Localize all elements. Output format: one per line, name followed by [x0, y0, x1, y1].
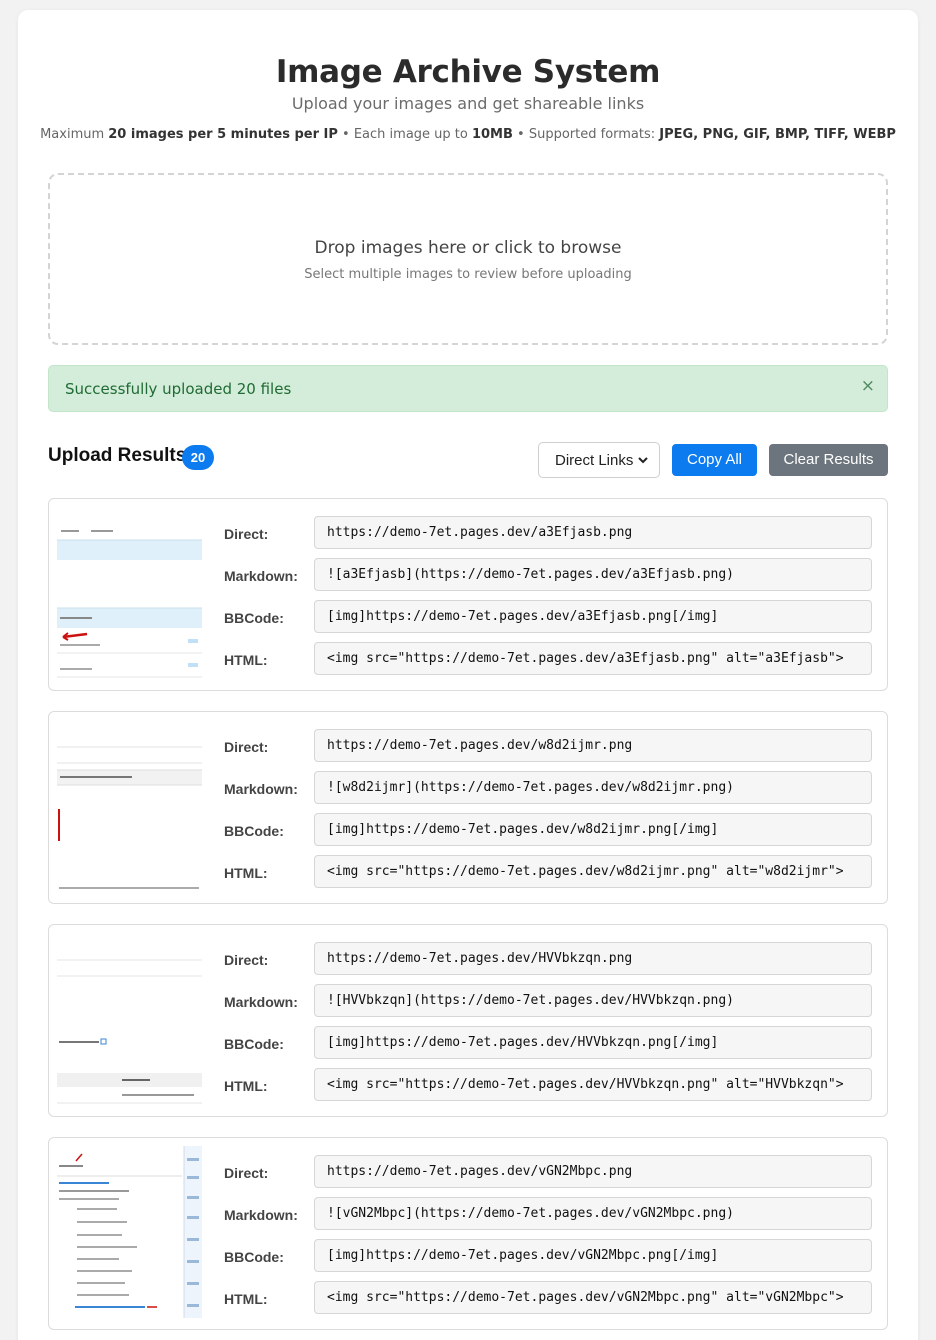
- thumbnail-image[interactable]: [57, 507, 202, 679]
- markdown-field[interactable]: ![HVVbkzqn](https://demo-7et.pages.dev/H…: [314, 984, 872, 1017]
- limits-prefix: Maximum: [40, 127, 109, 142]
- direct-label: Direct:: [224, 739, 269, 755]
- result-item: Direct: https://demo-7et.pages.dev/HVVbk…: [48, 924, 888, 1117]
- limits-formats: JPEG, PNG, GIF, BMP, TIFF, WEBP: [659, 127, 896, 142]
- upload-limits: Maximum 20 images per 5 minutes per IP •…: [18, 127, 918, 142]
- direct-link-field[interactable]: https://demo-7et.pages.dev/vGN2Mbpc.png: [314, 1155, 872, 1188]
- direct-label: Direct:: [224, 526, 269, 542]
- link-format-select[interactable]: Direct Links: [538, 442, 660, 478]
- bbcode-label: BBCode:: [224, 823, 284, 839]
- bbcode-field[interactable]: [img]https://demo-7et.pages.dev/vGN2Mbpc…: [314, 1239, 872, 1272]
- bbcode-label: BBCode:: [224, 1036, 284, 1052]
- direct-label: Direct:: [224, 1165, 269, 1181]
- thumbnail-image[interactable]: [57, 933, 202, 1105]
- html-field[interactable]: <img src="https://demo-7et.pages.dev/vGN…: [314, 1281, 872, 1314]
- direct-link-field[interactable]: https://demo-7et.pages.dev/a3Efjasb.png: [314, 516, 872, 549]
- html-label: HTML:: [224, 652, 268, 668]
- limits-count: 20 images per 5 minutes per IP: [108, 127, 338, 142]
- html-field[interactable]: <img src="https://demo-7et.pages.dev/w8d…: [314, 855, 872, 888]
- direct-label: Direct:: [224, 952, 269, 968]
- bbcode-label: BBCode:: [224, 1249, 284, 1265]
- chevron-down-icon: [637, 450, 649, 473]
- markdown-label: Markdown:: [224, 1207, 298, 1223]
- format-select-value: Direct Links: [555, 452, 634, 469]
- markdown-field[interactable]: ![vGN2Mbpc](https://demo-7et.pages.dev/v…: [314, 1197, 872, 1230]
- markdown-field[interactable]: ![a3Efjasb](https://demo-7et.pages.dev/a…: [314, 558, 872, 591]
- close-icon[interactable]: ×: [861, 378, 875, 395]
- bbcode-field[interactable]: [img]https://demo-7et.pages.dev/w8d2ijmr…: [314, 813, 872, 846]
- markdown-label: Markdown:: [224, 781, 298, 797]
- page-subtitle: Upload your images and get shareable lin…: [291, 94, 645, 113]
- html-field[interactable]: <img src="https://demo-7et.pages.dev/HVV…: [314, 1068, 872, 1101]
- direct-link-field[interactable]: https://demo-7et.pages.dev/HVVbkzqn.png: [314, 942, 872, 975]
- thumbnail-image[interactable]: [57, 1146, 202, 1318]
- html-label: HTML:: [224, 865, 268, 881]
- success-alert: Successfully uploaded 20 files ×: [48, 365, 888, 412]
- markdown-field[interactable]: ![w8d2ijmr](https://demo-7et.pages.dev/w…: [314, 771, 872, 804]
- copy-all-button[interactable]: Copy All: [672, 444, 757, 476]
- alert-message: Successfully uploaded 20 files: [65, 380, 292, 398]
- result-item: Direct: https://demo-7et.pages.dev/a3Efj…: [48, 498, 888, 691]
- limits-sep2: • Supported formats:: [512, 127, 660, 142]
- dropzone-sub-text: Select multiple images to review before …: [304, 267, 632, 282]
- limits-sep1: • Each image up to: [337, 127, 472, 142]
- page-title: Image Archive System: [275, 54, 661, 90]
- markdown-label: Markdown:: [224, 994, 298, 1010]
- direct-link-field[interactable]: https://demo-7et.pages.dev/w8d2ijmr.png: [314, 729, 872, 762]
- drop-zone[interactable]: Drop images here or click to browse Sele…: [48, 173, 888, 345]
- bbcode-field[interactable]: [img]https://demo-7et.pages.dev/a3Efjasb…: [314, 600, 872, 633]
- html-label: HTML:: [224, 1078, 268, 1094]
- clear-results-button[interactable]: Clear Results: [769, 444, 888, 476]
- markdown-label: Markdown:: [224, 568, 298, 584]
- bbcode-field[interactable]: [img]https://demo-7et.pages.dev/HVVbkzqn…: [314, 1026, 872, 1059]
- results-count-badge: 20: [182, 445, 214, 470]
- results-title: Upload Results: [48, 445, 187, 466]
- thumbnail-image[interactable]: [57, 720, 202, 892]
- bbcode-label: BBCode:: [224, 610, 284, 626]
- main-card: Image Archive System Upload your images …: [18, 10, 918, 1340]
- result-item: Direct: https://demo-7et.pages.dev/vGN2M…: [48, 1137, 888, 1330]
- html-label: HTML:: [224, 1291, 268, 1307]
- limits-size: 10MB: [471, 127, 513, 142]
- dropzone-main-text: Drop images here or click to browse: [314, 238, 622, 258]
- html-field[interactable]: <img src="https://demo-7et.pages.dev/a3E…: [314, 642, 872, 675]
- result-item: Direct: https://demo-7et.pages.dev/w8d2i…: [48, 711, 888, 904]
